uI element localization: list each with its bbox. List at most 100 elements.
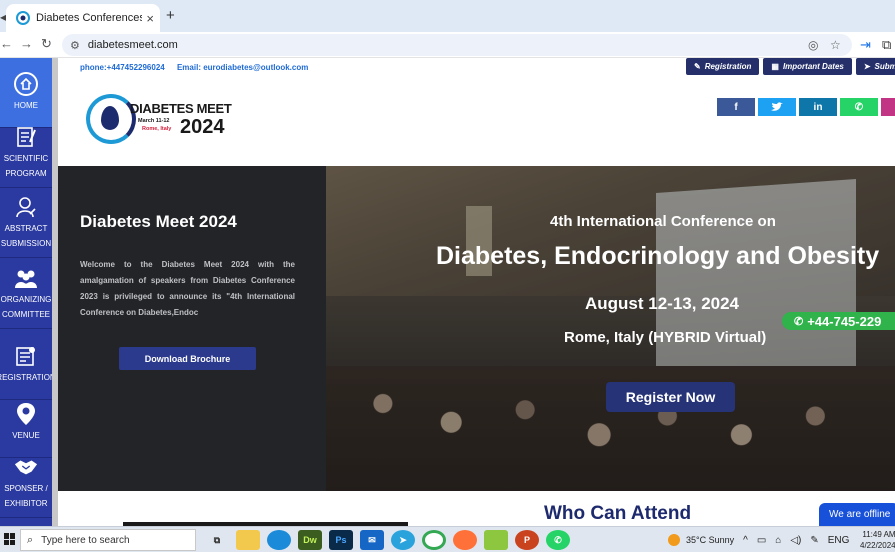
weather-text[interactable]: 35°C Sunny	[686, 535, 734, 545]
twitter-icon[interactable]	[758, 98, 796, 116]
extension-share-icon[interactable]: ⇥	[860, 37, 871, 53]
tray-chevron-icon[interactable]: ^	[743, 535, 748, 546]
taskbar-search-placeholder: Type here to search	[41, 534, 130, 546]
download-brochure-button[interactable]: Download Brochure	[119, 347, 256, 370]
pen-icon[interactable]: ✎	[810, 535, 818, 546]
telegram-icon[interactable]: ➤	[391, 530, 415, 550]
browser-tab-strip: ◂ Diabetes Conferences | Obesity × +	[0, 0, 895, 32]
top-links: ✎ Registration ▦ Important Dates ➤ Submi…	[686, 58, 895, 75]
firefox-icon[interactable]	[453, 530, 477, 550]
address-bar[interactable]: ⚙ diabetesmeet.com ◎ ☆	[62, 34, 852, 56]
language-indicator[interactable]: ENG	[828, 535, 850, 546]
whatsapp-icon[interactable]: ✆	[840, 98, 878, 116]
whatsapp-contact-pill[interactable]: ✆ +44-745-229	[782, 312, 895, 330]
banner-title: Diabetes, Endocrinology and Obesity	[436, 242, 880, 270]
forward-arrow-icon[interactable]: →	[20, 36, 33, 51]
file-explorer-icon[interactable]	[236, 530, 260, 550]
abstract-icon	[14, 195, 38, 219]
nav-committee-label-1: ORGANIZING	[0, 294, 52, 304]
intro-heading: Diabetes Meet 2024	[80, 212, 237, 231]
url-text: diabetesmeet.com	[87, 39, 178, 51]
banner-subtitle: 4th International Conference on	[550, 213, 776, 230]
network-icon[interactable]: ⌂	[775, 535, 781, 546]
nav-scientific-program-label-1: SCIENTIFIC	[3, 153, 49, 163]
eye-blocked-icon[interactable]: ◎	[808, 34, 818, 56]
nav-home-label: HOME	[14, 101, 38, 110]
tab-title: Diabetes Conferences | Obesity	[36, 12, 143, 24]
nav-committee-label-2: COMMITTEE	[2, 309, 50, 319]
taskbar-search-box[interactable]: ⌕ Type here to search	[20, 529, 196, 551]
nav-sponsor-exhibitor[interactable]: SPONSER / EXHIBITOR	[0, 448, 52, 518]
taskbar-apps: ⧉ Dw Ps ✉ ➤ P ✆	[205, 530, 570, 550]
site-logo[interactable]: DIABETES MEET March 11-12 Rome, Italy 20…	[86, 94, 236, 149]
logo-drop-icon	[101, 106, 119, 130]
paint-icon[interactable]	[484, 530, 508, 550]
hero-intro-panel: Diabetes Meet 2024 Welcome to the Diabet…	[58, 166, 326, 491]
banner-location: Rome, Italy (HYBRID Virtual)	[564, 329, 767, 346]
venue-pin-icon	[14, 402, 38, 426]
web-page: HOME SCIENTIFIC PROGRAM ABSTRACT SUBMISS…	[0, 58, 895, 526]
tab-close-icon[interactable]: ×	[146, 11, 154, 26]
logo-place: Rome, Italy	[142, 126, 172, 132]
handshake-icon	[14, 455, 38, 479]
live-chat-offline-button[interactable]: We are offline	[819, 503, 895, 526]
site-info-icon[interactable]: ⚙	[70, 39, 80, 52]
battery-icon[interactable]: ▭	[757, 535, 766, 546]
system-tray: 35°C Sunny ^ ▭ ⌂ ◁) ✎ ENG	[668, 527, 849, 553]
nav-abstract-label-1: ABSTRACT	[4, 223, 48, 233]
whatsapp-app-icon[interactable]: ✆	[546, 530, 570, 550]
who-can-attend-heading: Who Can Attend	[544, 503, 692, 524]
pencil-icon: ✎	[694, 62, 701, 71]
site-favicon-icon	[16, 11, 30, 25]
linkedin-icon[interactable]: in	[799, 98, 837, 116]
nav-organizing-committee[interactable]: ORGANIZING COMMITTEE	[0, 259, 52, 329]
taskbar-clock[interactable]: 11:49 AM 4/22/2024	[860, 529, 895, 551]
new-tab-button[interactable]: +	[166, 7, 175, 24]
logo-year: 2024	[180, 116, 225, 138]
registration-link-label: Registration	[704, 62, 752, 71]
chrome-icon[interactable]	[422, 530, 446, 550]
submit-abstract-link-label: Submit Ab	[874, 62, 895, 71]
bookmark-star-icon[interactable]: ☆	[830, 34, 841, 56]
nav-scientific-program[interactable]: SCIENTIFIC PROGRAM	[0, 118, 52, 188]
facebook-icon[interactable]: f	[717, 98, 755, 116]
contact-phone[interactable]: phone:+447452296024	[80, 63, 165, 72]
contact-bar: phone:+447452296024 Email: eurodiabetes@…	[80, 63, 318, 72]
nav-abstract-label-2: SUBMISSION	[0, 238, 52, 248]
important-dates-link[interactable]: ▦ Important Dates	[763, 58, 852, 75]
back-arrow-icon[interactable]: ←	[0, 36, 13, 51]
windows-start-icon[interactable]	[4, 533, 16, 545]
instagram-icon[interactable]	[881, 98, 895, 116]
edge-browser-icon[interactable]	[267, 530, 291, 550]
browser-tab-active[interactable]: Diabetes Conferences | Obesity ×	[6, 4, 160, 32]
extensions-puzzle-icon[interactable]: ⧉	[882, 37, 891, 53]
nav-scientific-program-label-2: PROGRAM	[5, 168, 47, 178]
windows-taskbar: ⌕ Type here to search ⧉ Dw Ps ✉ ➤ P ✆ 35…	[0, 526, 895, 552]
volume-icon[interactable]: ◁)	[790, 535, 801, 546]
submit-abstract-link[interactable]: ➤ Submit Ab	[855, 58, 895, 75]
nav-abstract-submission[interactable]: ABSTRACT SUBMISSION	[0, 188, 52, 258]
nav-sponsor-label-1: SPONSER /	[4, 483, 48, 493]
social-links: f in ✆	[717, 98, 895, 116]
register-now-button[interactable]: Register Now	[606, 382, 735, 412]
reload-icon[interactable]: ↻	[41, 36, 52, 52]
registration-link[interactable]: ✎ Registration	[686, 58, 760, 75]
photoshop-icon[interactable]: Ps	[329, 530, 353, 550]
nav-sponsor-label-2: EXHIBITOR	[4, 498, 48, 508]
program-icon	[14, 125, 38, 149]
home-icon	[14, 72, 38, 96]
registration-icon	[14, 344, 38, 368]
clock-date: 4/22/2024	[860, 541, 895, 550]
browser-toolbar: ← → ↻ ⚙ diabetesmeet.com ◎ ☆ ⇥ ⧉	[0, 32, 895, 58]
task-view-icon[interactable]: ⧉	[205, 530, 229, 550]
logo-title: DIABETES MEET	[130, 101, 232, 116]
send-icon: ➤	[863, 62, 871, 71]
banner-date: August 12-13, 2024	[585, 294, 740, 313]
nav-venue-label: VENUE	[12, 431, 40, 440]
powerpoint-icon[interactable]: P	[515, 530, 539, 550]
contact-email[interactable]: Email: eurodiabetes@outlook.com	[177, 63, 308, 72]
whatsapp-number: +44-745-229	[807, 313, 882, 329]
important-dates-link-label: Important Dates	[782, 62, 844, 71]
mail-icon[interactable]: ✉	[360, 530, 384, 550]
dreamweaver-icon[interactable]: Dw	[298, 530, 322, 550]
